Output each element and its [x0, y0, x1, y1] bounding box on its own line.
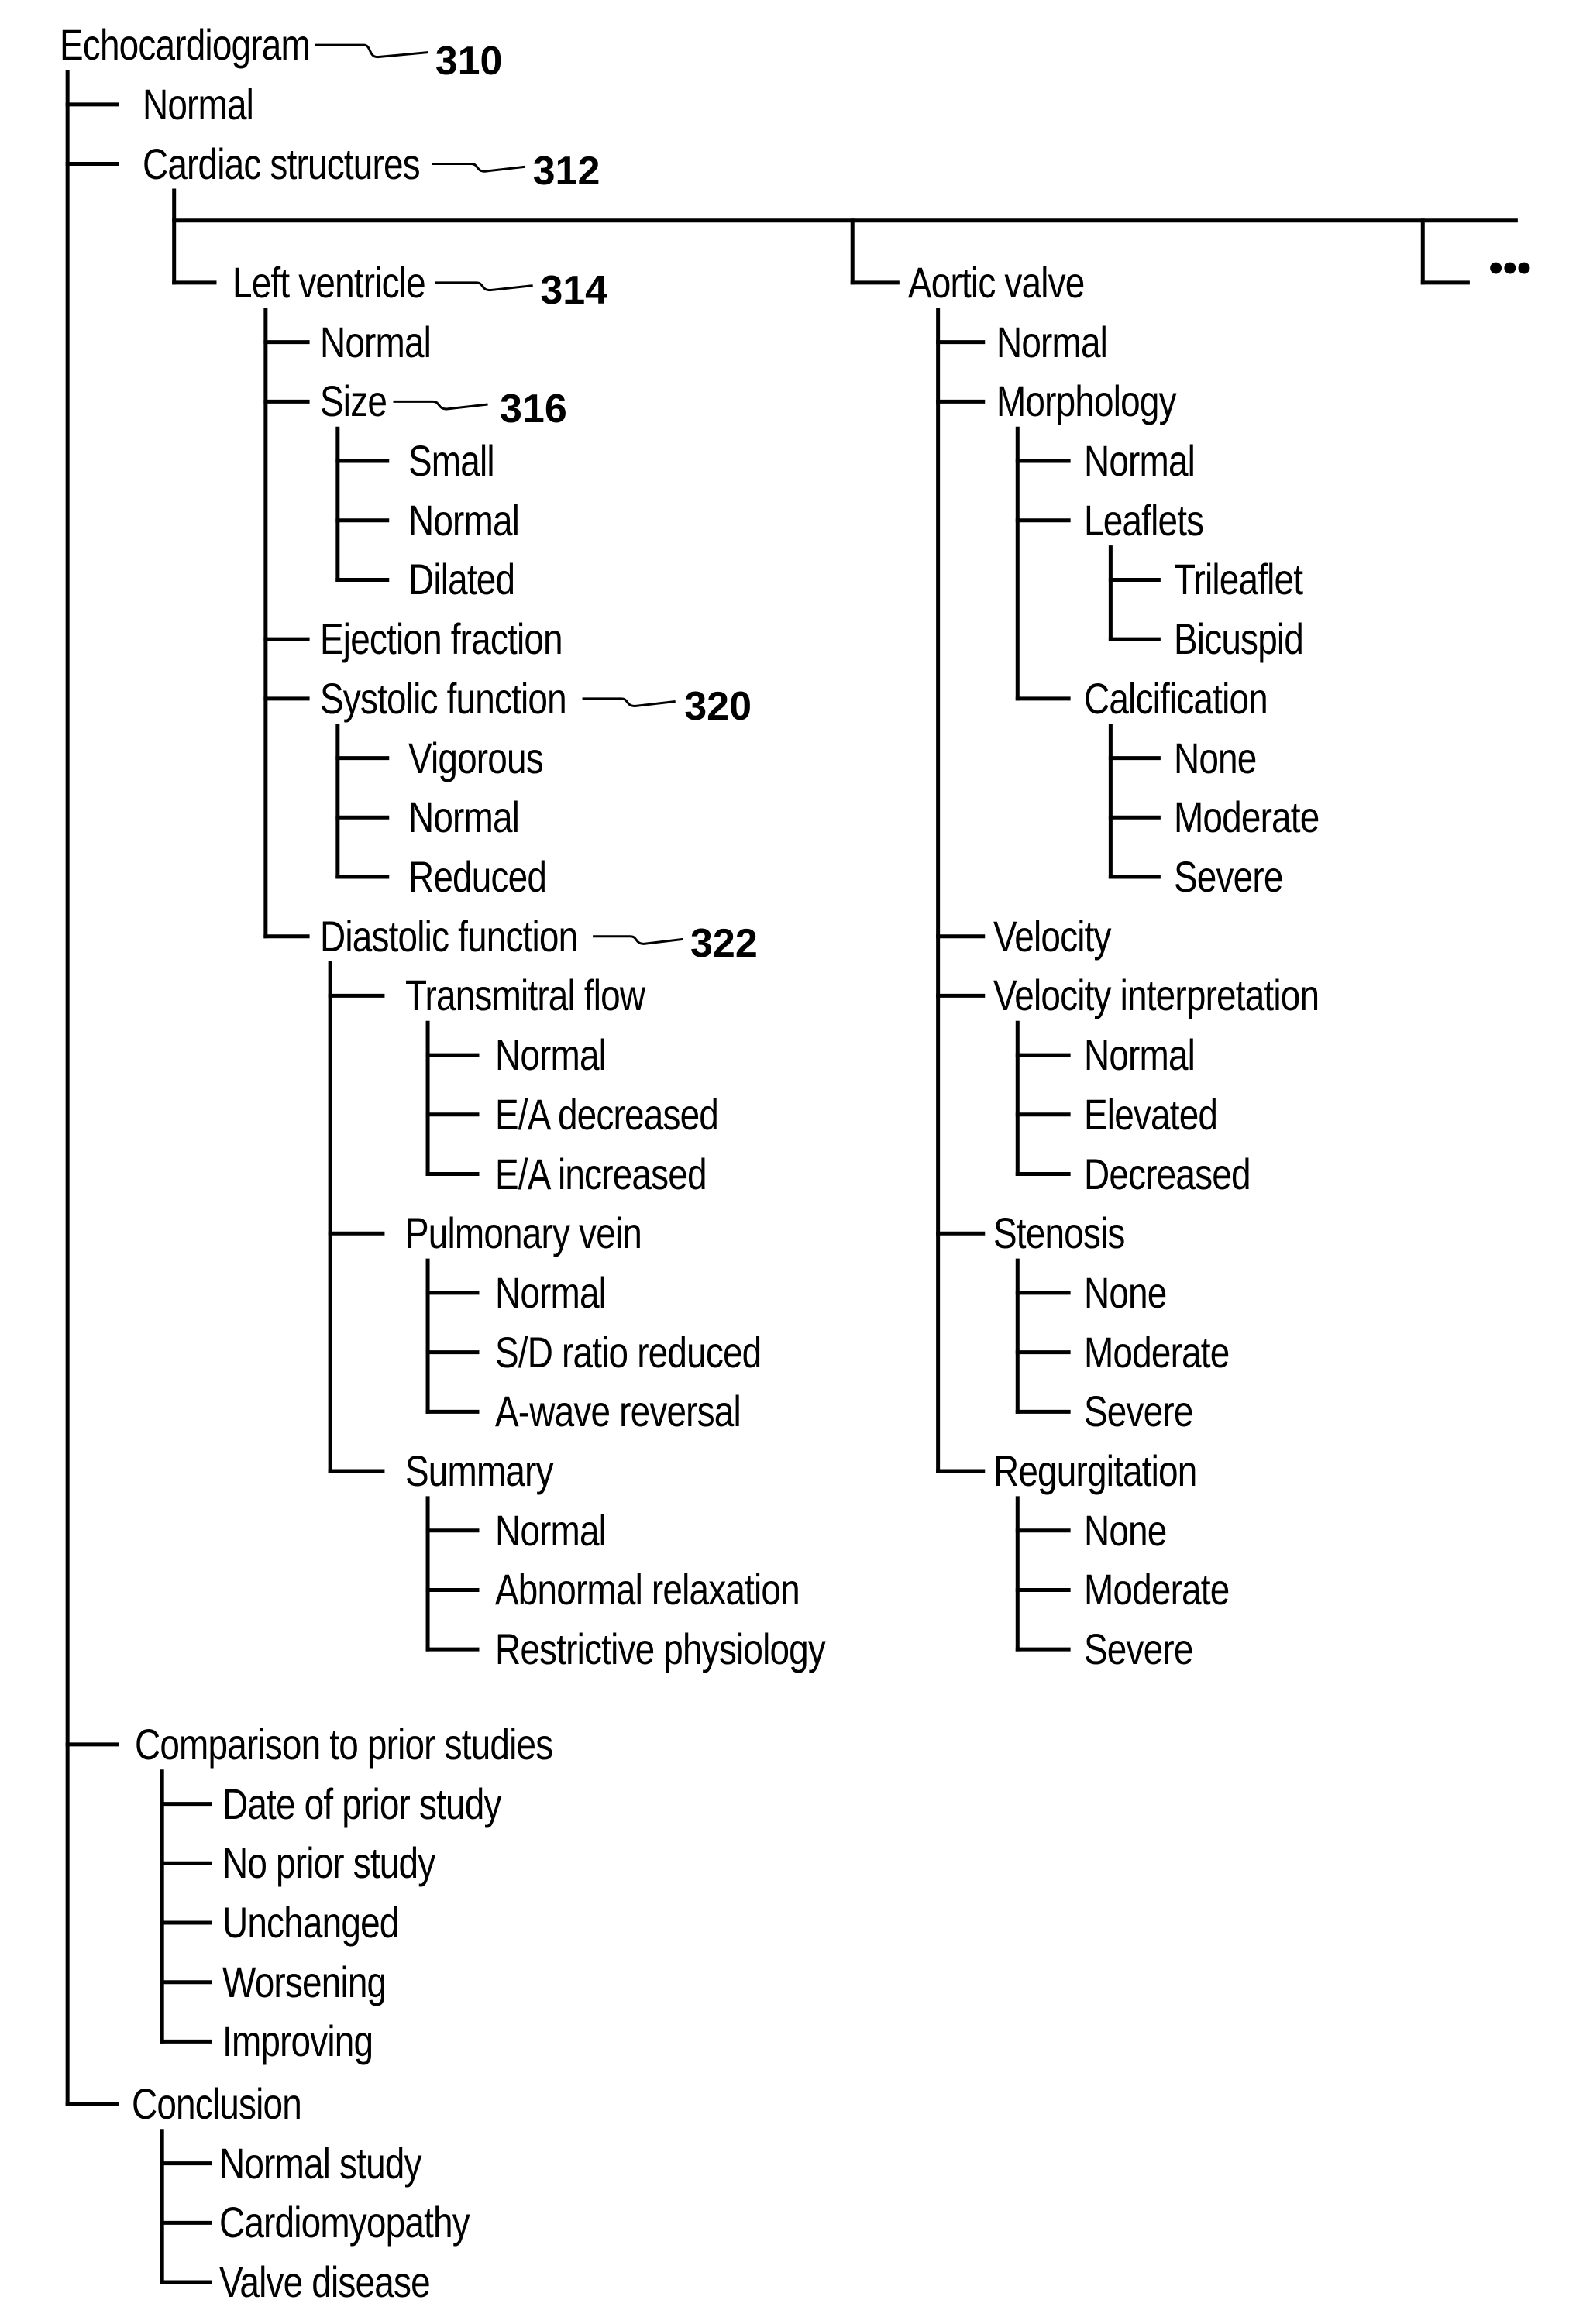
reference-leader-line: [432, 163, 526, 173]
reference-leader-line: [315, 43, 428, 59]
node-diastolic-option: Abnormal relaxation: [495, 1565, 800, 1614]
node-comparison-item: Date of prior study: [222, 1779, 501, 1828]
node-comparison-item: Improving: [222, 2016, 373, 2066]
node-conclusion-item: Valve disease: [218, 2257, 431, 2307]
node-diastolic-option: E/A increased: [495, 1149, 707, 1198]
node-ejection-fraction: Ejection fraction: [319, 614, 563, 664]
node-echocardiogram: Echocardiogram: [60, 20, 311, 70]
node-cardiac-structures: Cardiac structures: [143, 139, 421, 188]
node-conclusion-item: Cardiomyopathy: [218, 2198, 470, 2247]
node-diastolic-option: A-wave reversal: [495, 1387, 741, 1436]
node-velocity: Velocity: [993, 911, 1112, 961]
node-calcification-option: Moderate: [1173, 792, 1320, 842]
node-diastolic-option: S/D ratio reduced: [495, 1327, 762, 1377]
reference-leader-line: [593, 935, 683, 945]
node-leaflet-option: Bicuspid: [1173, 614, 1304, 664]
reference-leader-line: [393, 400, 488, 411]
node-normal: Normal: [143, 79, 254, 129]
node-size-option: Normal: [408, 495, 520, 545]
node-diastolic-option: Normal: [495, 1030, 607, 1080]
node-size-option: Dilated: [408, 555, 515, 604]
reference-numeral: 310: [435, 39, 503, 84]
node-regurgitation-option: Severe: [1083, 1624, 1193, 1674]
node-systolic-option: Reduced: [408, 851, 547, 901]
reference-numeral: 312: [532, 149, 600, 194]
node-stenosis-option: Severe: [1083, 1387, 1193, 1436]
node-diastolic-option: Restrictive physiology: [495, 1624, 826, 1674]
node-comparison-item: No prior study: [222, 1838, 435, 1888]
node-regurgitation: Regurgitation: [993, 1446, 1197, 1496]
node-diastolic-option: E/A decreased: [495, 1089, 719, 1139]
node-morphology-normal: Normal: [1083, 436, 1196, 486]
node-comparison-item: Unchanged: [222, 1897, 399, 1947]
reference-numeral: 322: [690, 921, 758, 967]
echocardiogram-tree-diagram: Echocardiogram 310 Normal Cardiac structure…: [0, 0, 1569, 2324]
node-velocity-option: Elevated: [1083, 1089, 1218, 1139]
node-velocity-interpretation: Velocity interpretation: [993, 971, 1320, 1020]
node-diastolic-function: Diastolic function: [319, 911, 578, 961]
node-calcification-option: None: [1173, 733, 1257, 782]
node-systolic-option: Normal: [408, 792, 520, 842]
node-velocity-option: Normal: [1083, 1030, 1196, 1080]
node-morphology: Morphology: [996, 376, 1177, 426]
node-stenosis: Stenosis: [993, 1208, 1125, 1258]
node-aortic-valve: Aortic valve: [907, 257, 1085, 307]
node-av-normal: Normal: [996, 317, 1108, 366]
node-diastolic-option: Normal: [495, 1267, 607, 1317]
node-diastolic-transmitral: Transmitral flow: [404, 971, 645, 1020]
node-comparison-to-prior-studies: Comparison to prior studies: [135, 1719, 553, 1769]
node-velocity-option: Decreased: [1083, 1149, 1251, 1198]
reference-numeral: 320: [684, 683, 752, 729]
node-diastolic-option: Normal: [495, 1505, 607, 1555]
node-lv-normal: Normal: [319, 317, 432, 366]
node-diastolic-summary: Summary: [404, 1446, 554, 1496]
node-lv-size: Size: [319, 376, 387, 426]
more-branches-ellipsis: •••: [1488, 245, 1532, 290]
node-conclusion: Conclusion: [132, 2078, 302, 2128]
reference-numeral: 316: [500, 387, 567, 432]
reference-numeral: 314: [540, 267, 608, 313]
reference-leader-line: [435, 281, 533, 292]
node-calcification: Calcification: [1083, 673, 1268, 723]
reference-leader-line: [582, 697, 676, 708]
node-left-ventricle: Left ventricle: [232, 257, 426, 307]
node-calcification-option: Severe: [1173, 851, 1283, 901]
node-comparison-item: Worsening: [222, 1957, 387, 2006]
node-stenosis-option: None: [1083, 1267, 1167, 1317]
node-leaflet-option: Trileaflet: [1173, 555, 1303, 604]
node-systolic-function: Systolic function: [319, 673, 567, 723]
node-stenosis-option: Moderate: [1083, 1327, 1230, 1377]
node-leaflets: Leaflets: [1083, 495, 1204, 545]
node-systolic-option: Vigorous: [408, 733, 544, 782]
node-regurgitation-option: None: [1083, 1505, 1167, 1555]
node-size-option: Small: [408, 436, 495, 486]
node-diastolic-pulmonary: Pulmonary vein: [404, 1208, 642, 1258]
node-conclusion-item: Normal study: [218, 2138, 421, 2188]
node-regurgitation-option: Moderate: [1083, 1565, 1230, 1614]
